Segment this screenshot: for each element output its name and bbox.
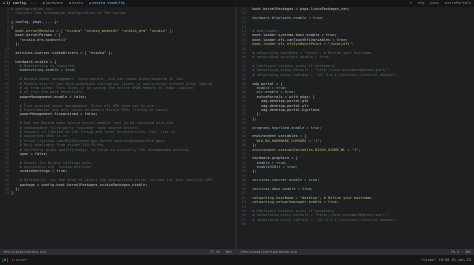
line-number: 68	[241, 222, 246, 227]
code-line[interactable]: 43}	[0, 191, 235, 195]
tab-hosts[interactable]: ▪hosts	[66, 1, 86, 5]
status-position: 27,43	[209, 249, 220, 254]
tab-hardware[interactable]: ▪hardware	[39, 1, 65, 5]
file-icon: ▪	[68, 1, 72, 6]
tab-config[interactable]: ▪1/ config, ...	[0, 1, 39, 5]
file-icon: ▪	[42, 1, 45, 6]
editor-pane-left[interactable]: 1 # configuration.nix 2 Contains the syste…	[0, 7, 235, 249]
code-line[interactable]: 68	[237, 222, 474, 226]
status-filename: /etc/nixos/nvidia.nix	[3, 249, 46, 254]
file-icon: ▪	[88, 1, 92, 6]
window-list[interactable]: 1:nvim*	[9, 258, 27, 262]
tab-right-pass[interactable]: pass	[427, 1, 442, 5]
tmux-status-bar: [0] 1:nvim* "nixos" 19:58 01-Jan-25	[0, 255, 474, 265]
status-filename: /etc/nixos/configuration.nix	[240, 249, 298, 254]
session-index: [0]	[2, 257, 9, 262]
line-number: 43	[4, 191, 9, 196]
editor-pane-right[interactable]: 19 boot.kernelPackages = pkgs.linuxPacka…	[237, 7, 474, 249]
tab-right-1[interactable]: 1	[407, 1, 415, 5]
status-percent: Bot	[225, 249, 232, 254]
clock: "nixos" 19:58 01-Jan-25	[421, 257, 471, 262]
status-position: 19,1	[450, 249, 459, 254]
code-text: }	[11, 191, 14, 196]
tab-right-extraportals[interactable]: extraPortals	[442, 1, 474, 5]
tab-right-nfg[interactable]: nfg	[415, 1, 428, 5]
status-percent: 38%	[464, 249, 471, 254]
tab-neovim[interactable]: ▪neovim vimdiffg	[86, 1, 128, 5]
tab-bar: ▪1/ config, ... ▪hardware ▪hosts ▪neovim…	[0, 0, 474, 7]
file-icon: ▪	[3, 1, 6, 6]
